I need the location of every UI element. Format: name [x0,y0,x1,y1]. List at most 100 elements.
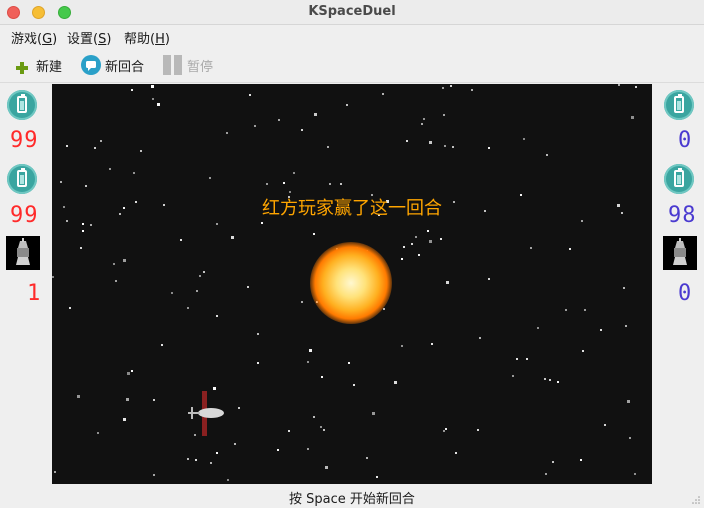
star [153,474,155,476]
star [123,259,126,262]
star [552,461,554,463]
star [401,258,403,260]
star [423,118,425,120]
star [580,459,582,461]
window-title: KSpaceDuel [308,4,396,19]
star [113,263,115,265]
star [488,147,490,149]
star [625,325,627,327]
star [283,182,285,184]
star [366,457,368,459]
star [443,114,445,116]
star [429,240,432,243]
star [152,98,154,100]
star [623,287,625,289]
ship-icon [663,236,697,270]
star [443,430,445,432]
star [94,147,96,149]
star [569,248,571,250]
star [418,254,420,256]
star [323,429,325,431]
star [526,358,528,360]
star [85,185,87,187]
star [450,85,452,87]
star [629,437,631,439]
star [209,177,211,179]
battery-icon [664,90,694,120]
star [133,172,135,174]
new-round-button[interactable]: 新回合 [80,54,144,76]
right-hitpoints-value: 98 [668,203,697,228]
chat-bubble-icon [81,55,101,75]
star [80,247,82,249]
star [313,233,315,235]
star [346,104,348,106]
star [227,479,229,481]
star [488,278,490,280]
star [151,85,154,88]
battery-icon [7,90,37,120]
pause-label: 暂停 [187,59,214,75]
star [82,230,84,232]
star [97,432,99,434]
star [307,361,309,363]
star [289,191,291,193]
round-winner-message: 红方玩家赢了这一回合 [262,198,442,219]
star [415,236,417,238]
star [69,307,71,309]
star [431,343,433,345]
star [321,376,323,378]
star [257,362,259,364]
star [544,378,546,380]
star [627,400,630,403]
star [445,428,447,430]
star [376,476,378,478]
star [100,140,102,142]
menu-help[interactable]: 帮助(H) [124,28,170,47]
game-arena[interactable]: 红方玩家赢了这一回合 [52,84,652,484]
menu-settings[interactable]: 设置(S) [67,28,111,47]
star [634,473,636,475]
star [203,271,205,273]
star [247,286,249,288]
battery-icon [7,164,37,194]
star [231,236,234,239]
new-game-label: 新建 [36,59,63,75]
star [115,280,117,282]
star [314,113,317,116]
star [411,243,413,245]
left-player-panel: 99 99 1 [1,84,51,484]
star [383,308,385,310]
star [131,370,133,372]
left-energy-value: 99 [10,128,39,153]
star [382,93,384,95]
star [565,309,567,311]
star [372,412,375,415]
left-hitpoints-value: 99 [10,203,39,228]
new-game-button[interactable]: 新建 [14,54,62,76]
star [216,452,218,454]
star [604,424,606,426]
star [327,146,329,148]
resize-grip-icon[interactable] [691,495,701,505]
star [635,86,637,88]
star [127,372,130,375]
star [123,418,126,421]
star [288,430,290,432]
star [471,89,473,91]
star [452,146,454,148]
star [546,154,548,156]
star [307,448,309,450]
star [54,471,56,473]
menu-game[interactable]: 游戏(G) [11,28,57,47]
star [131,89,133,91]
star [301,301,303,303]
star [171,292,173,294]
star [340,183,342,185]
star [234,443,236,445]
pause-button[interactable]: 暂停 [162,54,213,76]
right-energy-value: 0 [678,128,693,153]
star [537,327,539,329]
star [216,315,218,317]
star [557,381,559,383]
